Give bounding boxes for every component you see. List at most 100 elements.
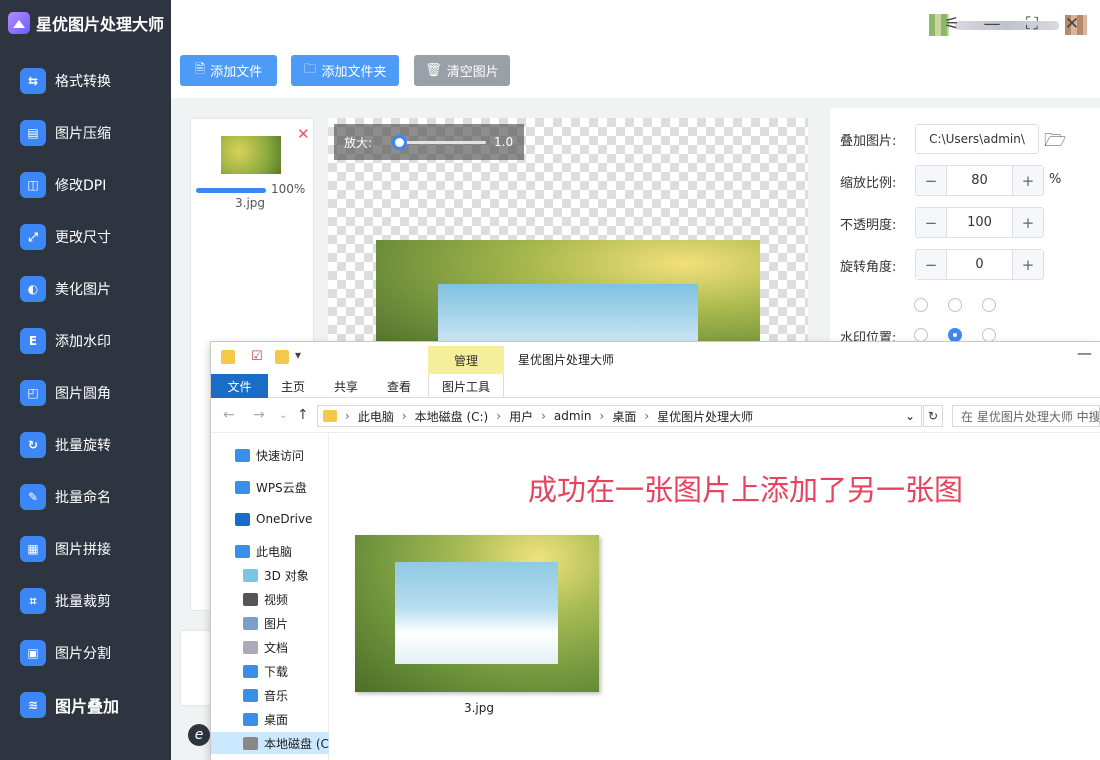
rotation-stepper[interactable]: − 0 + xyxy=(915,249,1044,280)
rotate-icon: ↻ xyxy=(20,432,46,458)
sidebar-item-label: 图片压缩 xyxy=(55,126,111,142)
nav-item[interactable]: 下载 xyxy=(211,660,329,682)
search-input[interactable]: 在 星优图片处理大师 中搜 xyxy=(952,405,1100,427)
breadcrumb-item[interactable]: 用户 xyxy=(509,408,533,425)
opacity-stepper[interactable]: − 100 + xyxy=(915,207,1044,238)
address-dropdown-icon[interactable]: ⌄ xyxy=(905,409,915,423)
up-arrow-icon[interactable]: ↑ xyxy=(297,407,309,423)
quick-access-dropdown-icon[interactable]: ▾ xyxy=(295,348,301,362)
file-thumbnail[interactable] xyxy=(221,136,281,174)
open-folder-icon[interactable]: 🗁 xyxy=(1044,128,1066,158)
add-folder-button[interactable]: 🗀 添加文件夹 xyxy=(291,55,399,86)
tab-picture-tools[interactable]: 图片工具 xyxy=(428,374,504,398)
sidebar-item-crop[interactable]: ⌗ 批量裁剪 xyxy=(0,581,171,621)
layers-icon: ≋ xyxy=(20,692,46,718)
nav-item[interactable]: 文档 xyxy=(211,636,329,658)
sidebar-item-watermark[interactable]: E 添加水印 xyxy=(0,321,171,361)
checklist-icon[interactable]: ☑ xyxy=(251,349,263,364)
rotation-increase-button[interactable]: + xyxy=(1013,250,1043,279)
nav-item[interactable]: 音乐 xyxy=(211,684,329,706)
sidebar-item-image-convert[interactable]: ⇆ 格式转换 xyxy=(0,61,171,101)
position-radio-middle-left[interactable] xyxy=(914,328,928,342)
nav-item-label: 此电脑 xyxy=(256,544,293,559)
recent-locations-icon[interactable]: ⌄ xyxy=(279,410,287,421)
nav-item[interactable]: WPS云盘 xyxy=(211,476,329,498)
sidebar-item-resize[interactable]: ⤢ 更改尺寸 xyxy=(0,217,171,257)
position-radio-center[interactable] xyxy=(948,328,962,342)
overlay-path-field[interactable]: C:\Users\admin\ xyxy=(915,124,1039,154)
rotation-value[interactable]: 0 xyxy=(946,250,1013,279)
scale-increase-button[interactable]: + xyxy=(1013,166,1043,195)
refresh-icon[interactable]: ↻ xyxy=(923,405,943,427)
opacity-value[interactable]: 100 xyxy=(946,208,1013,237)
tab-view[interactable]: 查看 xyxy=(387,374,411,398)
documents-icon xyxy=(243,640,258,654)
breadcrumb-separator[interactable]: › xyxy=(644,409,649,423)
minimize-icon[interactable]: — xyxy=(980,12,1004,36)
sidebar-item-beautify[interactable]: ◐ 美化图片 xyxy=(0,269,171,309)
tab-file[interactable]: 文件 xyxy=(211,374,268,398)
sidebar-item-rename[interactable]: ✎ 批量命名 xyxy=(0,477,171,517)
breadcrumb[interactable]: › 此电脑 › 本地磁盘 (C:) › 用户 › admin › 桌面 › 星优图片处理大师 ⌄ xyxy=(317,405,922,427)
manage-tab[interactable]: 管理 xyxy=(428,346,504,374)
opacity-increase-button[interactable]: + xyxy=(1013,208,1043,237)
clear-images-button[interactable]: 🗑 清空图片 xyxy=(414,55,510,86)
breadcrumb-separator[interactable]: › xyxy=(402,409,407,423)
scale-value[interactable]: 80 xyxy=(946,166,1013,195)
breadcrumb-separator[interactable]: › xyxy=(345,409,350,423)
position-radio-top-center[interactable] xyxy=(948,298,962,312)
nav-item-label: 3D 对象 xyxy=(264,568,309,583)
new-folder-icon[interactable] xyxy=(275,350,289,364)
resize-icon: ⤢ xyxy=(20,224,46,250)
breadcrumb-item[interactable]: 星优图片处理大师 xyxy=(657,408,753,425)
sidebar-item-dpi[interactable]: ◫ 修改DPI xyxy=(0,165,171,205)
explorer-minimize-icon[interactable]: — xyxy=(1077,344,1092,362)
nav-item[interactable]: 3D 对象 xyxy=(211,564,329,586)
position-radio-middle-right[interactable] xyxy=(982,328,996,342)
scale-decrease-button[interactable]: − xyxy=(916,166,946,195)
file-thumbnail-large[interactable] xyxy=(355,535,599,692)
add-file-button[interactable]: 🗎 添加文件 xyxy=(180,55,277,86)
tab-home[interactable]: 主页 xyxy=(281,374,305,398)
breadcrumb-item[interactable]: 此电脑 xyxy=(358,408,394,425)
nav-item[interactable]: 本地磁盘 (C xyxy=(211,732,329,754)
scale-stepper[interactable]: − 80 + xyxy=(915,165,1044,196)
rotation-decrease-button[interactable]: − xyxy=(916,250,946,279)
crop-icon: ⌗ xyxy=(20,588,46,614)
settings-sliders-icon[interactable]: ⚟ xyxy=(940,12,964,36)
breadcrumb-separator[interactable]: › xyxy=(496,409,501,423)
sidebar-item-rotate[interactable]: ↻ 批量旋转 xyxy=(0,425,171,465)
close-icon[interactable]: ✕ xyxy=(1060,12,1084,36)
nav-item[interactable]: 桌面 xyxy=(211,708,329,730)
zoom-slider-handle[interactable] xyxy=(392,135,407,150)
zoom-slider-track[interactable] xyxy=(394,141,486,144)
beautify-icon: ◐ xyxy=(20,276,46,302)
sidebar-item-layers[interactable]: ≋ 图片叠加 xyxy=(0,685,171,725)
opacity-decrease-button[interactable]: − xyxy=(916,208,946,237)
position-radio-top-right[interactable] xyxy=(982,298,996,312)
nav-item[interactable]: 图片 xyxy=(211,612,329,634)
preview-base-image xyxy=(376,240,760,358)
position-radio-top-left[interactable] xyxy=(914,298,928,312)
forward-arrow-icon[interactable]: → xyxy=(253,407,265,423)
nav-item[interactable]: 视频 xyxy=(211,588,329,610)
brand-e-icon[interactable]: e xyxy=(188,724,210,746)
back-arrow-icon[interactable]: ← xyxy=(223,407,235,423)
zoom-bar: 放大: 1.0 xyxy=(334,124,524,160)
nav-item[interactable]: OneDrive xyxy=(211,508,329,530)
delete-file-icon[interactable]: ✕ xyxy=(297,125,310,143)
breadcrumb-item[interactable]: 本地磁盘 (C:) xyxy=(415,408,489,425)
rotation-label: 旋转角度: xyxy=(840,260,897,275)
tab-share[interactable]: 共享 xyxy=(334,374,358,398)
nav-item[interactable]: 快速访问 xyxy=(211,444,329,466)
breadcrumb-item[interactable]: admin xyxy=(554,409,592,423)
sidebar-item-collage[interactable]: ▦ 图片拼接 xyxy=(0,529,171,569)
breadcrumb-item[interactable]: 桌面 xyxy=(612,408,636,425)
sidebar-item-compress[interactable]: ▤ 图片压缩 xyxy=(0,113,171,153)
sidebar-item-split[interactable]: ▣ 图片分割 xyxy=(0,633,171,673)
breadcrumb-separator[interactable]: › xyxy=(541,409,546,423)
maximize-icon[interactable]: ⛶ xyxy=(1020,12,1044,36)
sidebar-item-rounded-corner[interactable]: ◰ 图片圆角 xyxy=(0,373,171,413)
nav-item[interactable]: 此电脑 xyxy=(211,540,329,562)
breadcrumb-separator[interactable]: › xyxy=(600,409,605,423)
